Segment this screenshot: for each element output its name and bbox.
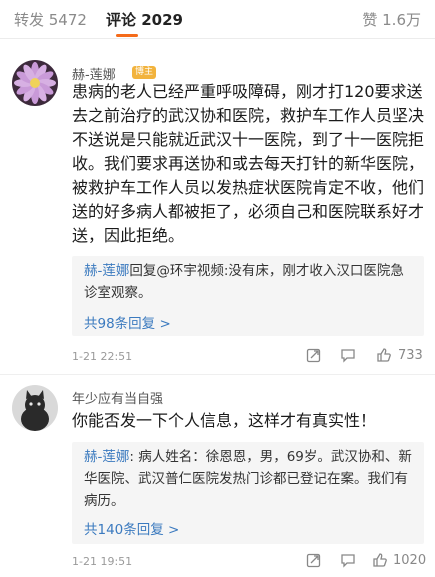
tab-bar: 转发 5472 评论 2029 赞 1.6万 [0, 0, 435, 39]
avatar[interactable] [12, 60, 58, 106]
reply-count-link[interactable]: 共140条回复 > [84, 518, 179, 538]
forward-icon[interactable] [306, 347, 322, 363]
like-icon[interactable] [372, 552, 388, 568]
tab-repost[interactable]: 转发 5472 [14, 9, 87, 30]
reply-text: 回复@环宇视频:没有床，刚才收入汉口医院急诊室观察。 [84, 263, 404, 301]
reply-text: : 病人姓名：徐恩恩，男，69岁。武汉协和、新华医院、武汉普仁医院发热门诊都已登… [84, 449, 412, 509]
cat-avatar-icon [12, 385, 58, 431]
reply-icon[interactable] [340, 347, 356, 363]
reply-content: 赫-莲娜回复@环宇视频:没有床，刚才收入汉口医院急诊室观察。 [84, 260, 414, 304]
reply-author[interactable]: 赫-莲娜 [84, 263, 129, 279]
like-icon[interactable] [376, 347, 392, 363]
like-count: 1020 [393, 553, 427, 568]
tab-likes[interactable]: 赞 1.6万 [362, 9, 421, 30]
comment-text: 患病的老人已经严重呼吸障碍，刚才打120要求送去之前治疗的武汉协和医院，救护车工… [72, 82, 425, 245]
comment-time: 1-21 19:51 [72, 555, 133, 568]
avatar[interactable] [12, 385, 58, 431]
flower-avatar-icon [12, 60, 58, 106]
reply-icon[interactable] [340, 552, 356, 568]
comment-divider [0, 374, 435, 375]
reply-count-link[interactable]: 共98条回复 > [84, 312, 171, 332]
comment-text: 你能否发一下个人信息，这样才有真实性！ [72, 411, 377, 430]
tab-comments[interactable]: 评论 2029 [106, 9, 183, 30]
like-count: 733 [398, 348, 423, 363]
forward-icon[interactable] [306, 552, 322, 568]
comment-time: 1-21 22:51 [72, 350, 133, 363]
comment-author[interactable]: 年少应有当自强 [72, 388, 163, 407]
reply-box[interactable]: 赫-莲娜回复@环宇视频:没有床，刚才收入汉口医院急诊室观察。 共98条回复 > [72, 256, 424, 336]
author-badge: 博主 [132, 66, 157, 79]
active-tab-indicator [116, 34, 138, 37]
reply-box[interactable]: 赫-莲娜: 病人姓名：徐恩恩，男，69岁。武汉协和、新华医院、武汉普仁医院发热门… [72, 442, 424, 544]
reply-author[interactable]: 赫-莲娜 [84, 449, 129, 465]
reply-content: 赫-莲娜: 病人姓名：徐恩恩，男，69岁。武汉协和、新华医院、武汉普仁医院发热门… [84, 446, 414, 512]
